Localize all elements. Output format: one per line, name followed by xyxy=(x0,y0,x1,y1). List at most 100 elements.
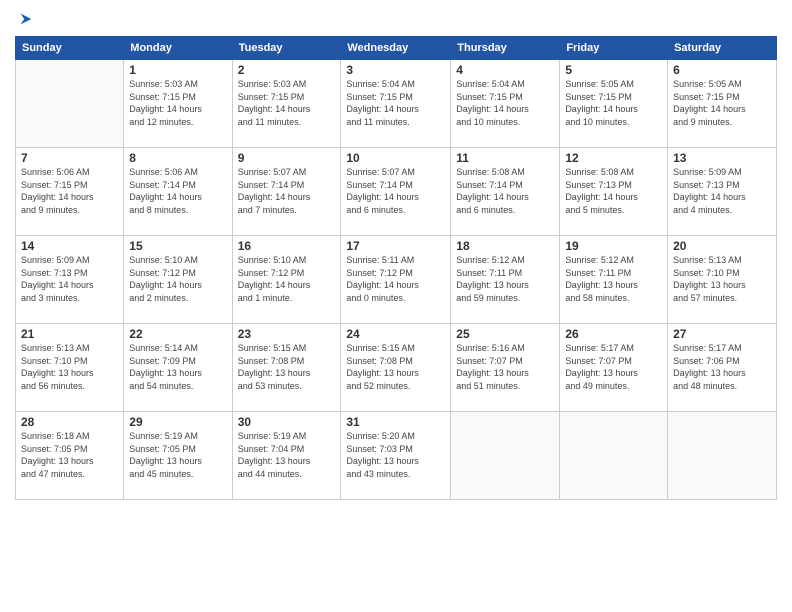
day-info: Sunrise: 5:20 AM Sunset: 7:03 PM Dayligh… xyxy=(346,430,445,480)
calendar-day-cell: 5Sunrise: 5:05 AM Sunset: 7:15 PM Daylig… xyxy=(560,60,668,148)
calendar-day-cell: 3Sunrise: 5:04 AM Sunset: 7:15 PM Daylig… xyxy=(341,60,451,148)
calendar-week-row: 21Sunrise: 5:13 AM Sunset: 7:10 PM Dayli… xyxy=(16,324,777,412)
day-number: 8 xyxy=(129,151,226,165)
calendar-day-cell: 12Sunrise: 5:08 AM Sunset: 7:13 PM Dayli… xyxy=(560,148,668,236)
day-info: Sunrise: 5:10 AM Sunset: 7:12 PM Dayligh… xyxy=(129,254,226,304)
day-info: Sunrise: 5:13 AM Sunset: 7:10 PM Dayligh… xyxy=(673,254,771,304)
day-number: 16 xyxy=(238,239,336,253)
day-info: Sunrise: 5:06 AM Sunset: 7:14 PM Dayligh… xyxy=(129,166,226,216)
day-number: 22 xyxy=(129,327,226,341)
day-info: Sunrise: 5:19 AM Sunset: 7:04 PM Dayligh… xyxy=(238,430,336,480)
calendar-day-cell xyxy=(668,412,777,500)
day-number: 11 xyxy=(456,151,554,165)
calendar-day-cell: 22Sunrise: 5:14 AM Sunset: 7:09 PM Dayli… xyxy=(124,324,232,412)
day-info: Sunrise: 5:05 AM Sunset: 7:15 PM Dayligh… xyxy=(565,78,662,128)
day-info: Sunrise: 5:03 AM Sunset: 7:15 PM Dayligh… xyxy=(129,78,226,128)
calendar-day-cell: 24Sunrise: 5:15 AM Sunset: 7:08 PM Dayli… xyxy=(341,324,451,412)
day-number: 17 xyxy=(346,239,445,253)
calendar: SundayMondayTuesdayWednesdayThursdayFrid… xyxy=(15,36,777,500)
day-number: 1 xyxy=(129,63,226,77)
day-info: Sunrise: 5:13 AM Sunset: 7:10 PM Dayligh… xyxy=(21,342,118,392)
page: SundayMondayTuesdayWednesdayThursdayFrid… xyxy=(0,0,792,612)
weekday-header: Saturday xyxy=(668,37,777,60)
calendar-day-cell: 26Sunrise: 5:17 AM Sunset: 7:07 PM Dayli… xyxy=(560,324,668,412)
day-number: 25 xyxy=(456,327,554,341)
day-info: Sunrise: 5:05 AM Sunset: 7:15 PM Dayligh… xyxy=(673,78,771,128)
calendar-day-cell: 10Sunrise: 5:07 AM Sunset: 7:14 PM Dayli… xyxy=(341,148,451,236)
day-info: Sunrise: 5:12 AM Sunset: 7:11 PM Dayligh… xyxy=(456,254,554,304)
calendar-week-row: 7Sunrise: 5:06 AM Sunset: 7:15 PM Daylig… xyxy=(16,148,777,236)
calendar-week-row: 1Sunrise: 5:03 AM Sunset: 7:15 PM Daylig… xyxy=(16,60,777,148)
weekday-header: Thursday xyxy=(451,37,560,60)
day-info: Sunrise: 5:19 AM Sunset: 7:05 PM Dayligh… xyxy=(129,430,226,480)
calendar-day-cell: 7Sunrise: 5:06 AM Sunset: 7:15 PM Daylig… xyxy=(16,148,124,236)
day-info: Sunrise: 5:04 AM Sunset: 7:15 PM Dayligh… xyxy=(346,78,445,128)
day-number: 20 xyxy=(673,239,771,253)
day-number: 31 xyxy=(346,415,445,429)
day-number: 24 xyxy=(346,327,445,341)
day-number: 7 xyxy=(21,151,118,165)
calendar-week-row: 28Sunrise: 5:18 AM Sunset: 7:05 PM Dayli… xyxy=(16,412,777,500)
day-number: 15 xyxy=(129,239,226,253)
calendar-week-row: 14Sunrise: 5:09 AM Sunset: 7:13 PM Dayli… xyxy=(16,236,777,324)
calendar-day-cell: 18Sunrise: 5:12 AM Sunset: 7:11 PM Dayli… xyxy=(451,236,560,324)
calendar-day-cell: 9Sunrise: 5:07 AM Sunset: 7:14 PM Daylig… xyxy=(232,148,341,236)
calendar-day-cell: 16Sunrise: 5:10 AM Sunset: 7:12 PM Dayli… xyxy=(232,236,341,324)
day-info: Sunrise: 5:03 AM Sunset: 7:15 PM Dayligh… xyxy=(238,78,336,128)
day-info: Sunrise: 5:17 AM Sunset: 7:07 PM Dayligh… xyxy=(565,342,662,392)
calendar-day-cell: 2Sunrise: 5:03 AM Sunset: 7:15 PM Daylig… xyxy=(232,60,341,148)
calendar-header-row: SundayMondayTuesdayWednesdayThursdayFrid… xyxy=(16,37,777,60)
day-info: Sunrise: 5:07 AM Sunset: 7:14 PM Dayligh… xyxy=(346,166,445,216)
calendar-day-cell: 21Sunrise: 5:13 AM Sunset: 7:10 PM Dayli… xyxy=(16,324,124,412)
calendar-day-cell: 31Sunrise: 5:20 AM Sunset: 7:03 PM Dayli… xyxy=(341,412,451,500)
weekday-header: Wednesday xyxy=(341,37,451,60)
day-number: 19 xyxy=(565,239,662,253)
calendar-day-cell: 29Sunrise: 5:19 AM Sunset: 7:05 PM Dayli… xyxy=(124,412,232,500)
calendar-day-cell: 15Sunrise: 5:10 AM Sunset: 7:12 PM Dayli… xyxy=(124,236,232,324)
day-number: 18 xyxy=(456,239,554,253)
day-number: 2 xyxy=(238,63,336,77)
day-info: Sunrise: 5:15 AM Sunset: 7:08 PM Dayligh… xyxy=(238,342,336,392)
day-number: 28 xyxy=(21,415,118,429)
calendar-day-cell: 8Sunrise: 5:06 AM Sunset: 7:14 PM Daylig… xyxy=(124,148,232,236)
day-info: Sunrise: 5:11 AM Sunset: 7:12 PM Dayligh… xyxy=(346,254,445,304)
logo-arrow-icon xyxy=(17,10,35,28)
day-info: Sunrise: 5:16 AM Sunset: 7:07 PM Dayligh… xyxy=(456,342,554,392)
day-info: Sunrise: 5:15 AM Sunset: 7:08 PM Dayligh… xyxy=(346,342,445,392)
day-number: 4 xyxy=(456,63,554,77)
day-number: 13 xyxy=(673,151,771,165)
calendar-day-cell: 11Sunrise: 5:08 AM Sunset: 7:14 PM Dayli… xyxy=(451,148,560,236)
day-number: 29 xyxy=(129,415,226,429)
day-number: 5 xyxy=(565,63,662,77)
calendar-day-cell: 4Sunrise: 5:04 AM Sunset: 7:15 PM Daylig… xyxy=(451,60,560,148)
calendar-day-cell: 25Sunrise: 5:16 AM Sunset: 7:07 PM Dayli… xyxy=(451,324,560,412)
day-number: 10 xyxy=(346,151,445,165)
calendar-day-cell: 23Sunrise: 5:15 AM Sunset: 7:08 PM Dayli… xyxy=(232,324,341,412)
day-number: 12 xyxy=(565,151,662,165)
header xyxy=(15,10,777,28)
day-info: Sunrise: 5:09 AM Sunset: 7:13 PM Dayligh… xyxy=(21,254,118,304)
day-info: Sunrise: 5:18 AM Sunset: 7:05 PM Dayligh… xyxy=(21,430,118,480)
day-info: Sunrise: 5:12 AM Sunset: 7:11 PM Dayligh… xyxy=(565,254,662,304)
calendar-day-cell xyxy=(16,60,124,148)
day-info: Sunrise: 5:17 AM Sunset: 7:06 PM Dayligh… xyxy=(673,342,771,392)
calendar-day-cell: 1Sunrise: 5:03 AM Sunset: 7:15 PM Daylig… xyxy=(124,60,232,148)
day-info: Sunrise: 5:04 AM Sunset: 7:15 PM Dayligh… xyxy=(456,78,554,128)
calendar-day-cell: 17Sunrise: 5:11 AM Sunset: 7:12 PM Dayli… xyxy=(341,236,451,324)
day-info: Sunrise: 5:14 AM Sunset: 7:09 PM Dayligh… xyxy=(129,342,226,392)
day-number: 6 xyxy=(673,63,771,77)
day-number: 27 xyxy=(673,327,771,341)
day-number: 3 xyxy=(346,63,445,77)
day-number: 21 xyxy=(21,327,118,341)
day-info: Sunrise: 5:10 AM Sunset: 7:12 PM Dayligh… xyxy=(238,254,336,304)
weekday-header: Friday xyxy=(560,37,668,60)
calendar-day-cell: 27Sunrise: 5:17 AM Sunset: 7:06 PM Dayli… xyxy=(668,324,777,412)
day-number: 30 xyxy=(238,415,336,429)
weekday-header: Sunday xyxy=(16,37,124,60)
day-info: Sunrise: 5:08 AM Sunset: 7:14 PM Dayligh… xyxy=(456,166,554,216)
logo xyxy=(15,10,35,28)
calendar-day-cell: 20Sunrise: 5:13 AM Sunset: 7:10 PM Dayli… xyxy=(668,236,777,324)
calendar-day-cell xyxy=(451,412,560,500)
calendar-day-cell: 28Sunrise: 5:18 AM Sunset: 7:05 PM Dayli… xyxy=(16,412,124,500)
calendar-day-cell: 30Sunrise: 5:19 AM Sunset: 7:04 PM Dayli… xyxy=(232,412,341,500)
